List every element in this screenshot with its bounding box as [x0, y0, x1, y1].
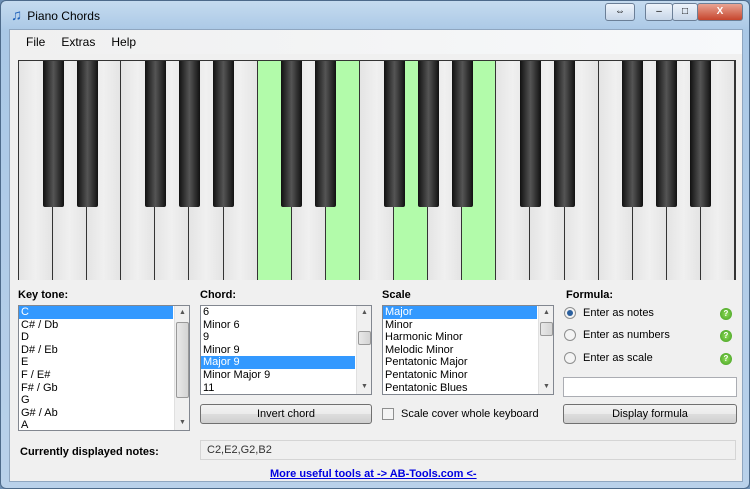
- list-item[interactable]: C# / Db: [19, 319, 173, 332]
- scrollbar[interactable]: ▲ ▼: [538, 306, 553, 394]
- list-item[interactable]: E: [19, 356, 173, 369]
- key-tone-list[interactable]: C C# / Db D D# / Eb E F / E# F# / Gb G G# / Ab A ▲…: [18, 305, 190, 431]
- menu-help[interactable]: Help: [103, 30, 144, 54]
- minimize-button[interactable]: –: [645, 3, 673, 21]
- current-notes-field: C2,E2,G2,B2: [200, 440, 736, 460]
- key-tone-label: Key tone:: [18, 289, 69, 301]
- black-key[interactable]: [144, 61, 166, 207]
- help-icon[interactable]: ?: [720, 330, 732, 342]
- formula-input[interactable]: [563, 377, 737, 397]
- radio-circle[interactable]: [564, 352, 576, 364]
- menu-extras[interactable]: Extras: [53, 30, 103, 54]
- list-item[interactable]: G# / Ab: [19, 407, 173, 420]
- list-item[interactable]: C: [19, 306, 173, 319]
- list-item[interactable]: 11: [201, 382, 355, 394]
- black-key[interactable]: [519, 61, 541, 207]
- scale-label: Scale: [382, 289, 411, 301]
- black-key[interactable]: [76, 61, 98, 207]
- list-item[interactable]: Harmonic Minor: [383, 331, 537, 344]
- scrollbar[interactable]: ▲ ▼: [174, 306, 189, 430]
- scrollbar[interactable]: ▲ ▼: [356, 306, 371, 394]
- black-key[interactable]: [690, 61, 712, 207]
- black-key[interactable]: [281, 61, 303, 207]
- scale-cover-checkbox[interactable]: [382, 408, 394, 420]
- radio-label: Enter as notes: [583, 307, 654, 319]
- list-item[interactable]: Minor 9: [201, 344, 355, 357]
- ab-tools-link[interactable]: More useful tools at -> AB-Tools.com <-: [270, 468, 477, 480]
- list-item[interactable]: F / E#: [19, 369, 173, 382]
- scale-cover-checkbox-row[interactable]: Scale cover whole keyboard: [382, 408, 539, 420]
- help-icon[interactable]: ?: [720, 308, 732, 320]
- list-item[interactable]: Minor 6: [201, 319, 355, 332]
- black-key[interactable]: [213, 61, 235, 207]
- black-key[interactable]: [315, 61, 337, 207]
- list-item[interactable]: Major 9: [201, 356, 355, 369]
- list-item[interactable]: Minor: [383, 319, 537, 332]
- radio-enter-as-notes[interactable]: Enter as notes: [564, 307, 654, 319]
- black-key[interactable]: [622, 61, 644, 207]
- black-key[interactable]: [42, 61, 64, 207]
- menu-file[interactable]: File: [18, 30, 53, 54]
- list-item[interactable]: G: [19, 394, 173, 407]
- list-item[interactable]: Pentatonic Blues: [383, 382, 537, 394]
- list-item[interactable]: 9: [201, 331, 355, 344]
- black-key[interactable]: [656, 61, 678, 207]
- radio-enter-as-numbers[interactable]: Enter as numbers: [564, 329, 670, 341]
- client-area: File Extras Help Key tone: C C# / Db D D# /…: [9, 29, 743, 482]
- window-title: Piano Chords: [27, 8, 100, 23]
- list-item[interactable]: 6: [201, 306, 355, 319]
- black-key[interactable]: [178, 61, 200, 207]
- chord-label: Chord:: [200, 289, 237, 301]
- radio-enter-as-scale[interactable]: Enter as scale: [564, 352, 653, 364]
- radio-label: Enter as scale: [583, 352, 653, 364]
- black-key[interactable]: [383, 61, 405, 207]
- invert-chord-button[interactable]: Invert chord: [200, 404, 372, 424]
- radio-circle[interactable]: [564, 307, 576, 319]
- maximize-button[interactable]: □: [672, 3, 698, 21]
- help-icon[interactable]: ?: [720, 353, 732, 365]
- black-key[interactable]: [554, 61, 576, 207]
- list-item[interactable]: Pentatonic Minor: [383, 369, 537, 382]
- formula-label: Formula:: [566, 289, 614, 301]
- chord-list[interactable]: 6 Minor 6 9 Minor 9 Major 9 Minor Major 9 11 ▲ ▼: [200, 305, 372, 395]
- black-key[interactable]: [451, 61, 473, 207]
- list-item[interactable]: F# / Gb: [19, 382, 173, 395]
- scale-cover-label: Scale cover whole keyboard: [401, 408, 539, 420]
- list-item[interactable]: A: [19, 419, 173, 430]
- close-button[interactable]: X: [697, 3, 743, 21]
- display-formula-button[interactable]: Display formula: [563, 404, 737, 424]
- list-item[interactable]: D# / Eb: [19, 344, 173, 357]
- scale-list[interactable]: Major Minor Harmonic Minor Melodic Minor Pen…: [382, 305, 554, 395]
- list-item[interactable]: Melodic Minor: [383, 344, 537, 357]
- app-window: ♫ Piano Chords ⇔ – □ X File Extras Help …: [0, 0, 750, 489]
- radio-circle[interactable]: [564, 329, 576, 341]
- list-item[interactable]: D: [19, 331, 173, 344]
- menu-bar: File Extras Help: [10, 30, 742, 54]
- radio-label: Enter as numbers: [583, 329, 670, 341]
- list-item[interactable]: Major: [383, 306, 537, 319]
- music-note-icon: ♫: [11, 7, 23, 24]
- black-key[interactable]: [417, 61, 439, 207]
- current-notes-label: Currently displayed notes:: [20, 446, 159, 458]
- piano-keyboard[interactable]: [18, 60, 736, 280]
- list-item[interactable]: Pentatonic Major: [383, 356, 537, 369]
- restore-arrows-button[interactable]: ⇔: [605, 3, 635, 21]
- title-bar: ♫ Piano Chords: [11, 7, 100, 24]
- list-item[interactable]: Minor Major 9: [201, 369, 355, 382]
